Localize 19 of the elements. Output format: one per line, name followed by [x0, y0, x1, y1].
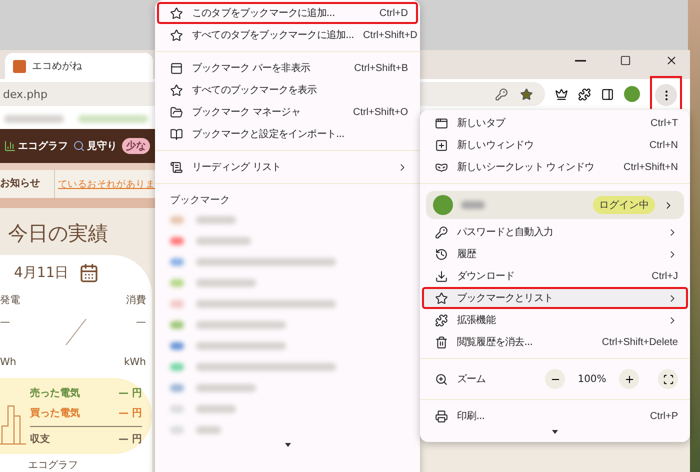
stat-unit: kWh: [122, 357, 147, 368]
stat-unit: Wh: [0, 357, 18, 368]
stat-label: 発電: [0, 294, 21, 307]
stat-value: —: [135, 317, 147, 330]
date-text: 4月11日: [14, 264, 69, 282]
nav-badge: 少な: [122, 138, 150, 154]
stat-value: —: [0, 317, 11, 330]
balance-label: 売った電気: [30, 386, 80, 400]
balance-value: — 円: [118, 387, 142, 400]
balance-label: 収支: [30, 432, 50, 446]
balance-label: 買った電気: [30, 406, 80, 420]
zoom-row: ズーム 100%: [422, 364, 688, 394]
section-heading: ブックマーク: [169, 194, 231, 208]
signed-in-badge: ログイン中: [593, 196, 655, 214]
section-heading: 今日の実績: [8, 220, 108, 247]
stat-label: 消費: [125, 294, 147, 307]
balance-value: — 円: [118, 433, 142, 446]
zoom-level: 100%: [576, 374, 608, 384]
balance-value: — 円: [118, 407, 142, 420]
